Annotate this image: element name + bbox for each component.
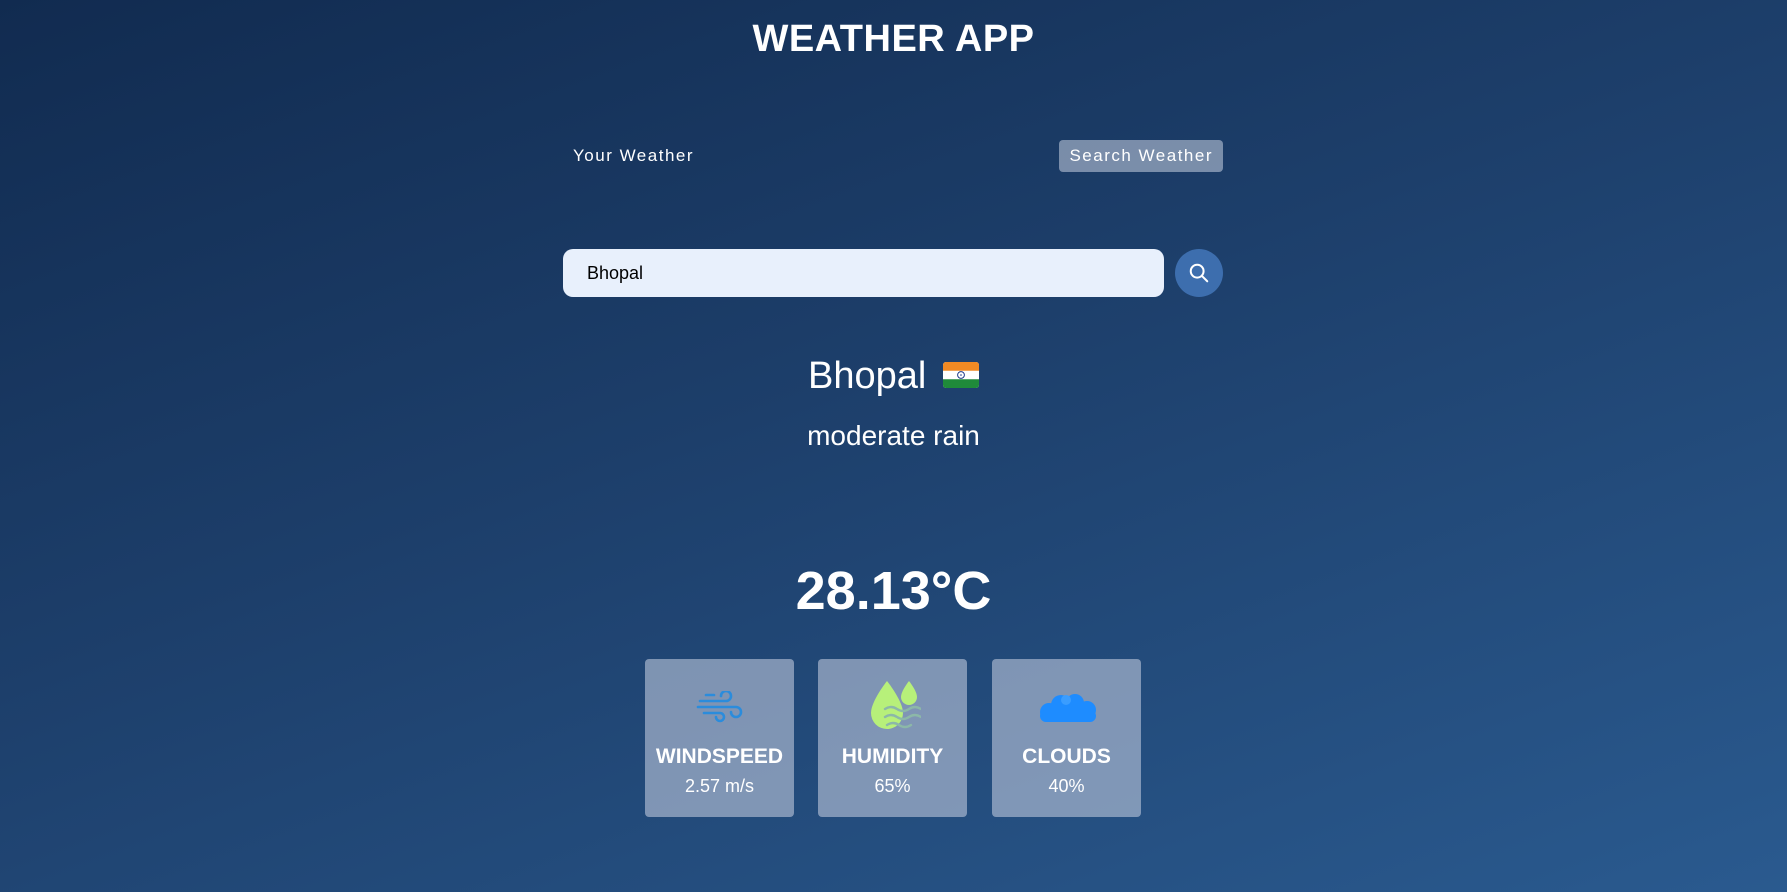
search-form <box>563 249 1223 297</box>
weather-description: moderate rain <box>807 420 980 451</box>
weather-stats: WINDSPEED 2.57 m/s HUMIDITY 65% CLOUDS 4… <box>645 659 1141 817</box>
clouds-label: CLOUDS <box>1022 745 1111 768</box>
windspeed-label: WINDSPEED <box>655 745 784 768</box>
app-title: WEATHER APP <box>752 18 1035 60</box>
wind-icon <box>696 691 742 723</box>
cloud-icon <box>1039 694 1096 722</box>
search-button[interactable] <box>1175 249 1223 297</box>
clouds-value: 40% <box>1048 776 1085 796</box>
humidity-label: HUMIDITY <box>841 745 944 768</box>
humidity-value: 65% <box>874 776 911 796</box>
humidity-icon <box>870 681 921 729</box>
tab-search-weather[interactable]: Search Weather <box>1059 140 1223 172</box>
city-name: Bhopal <box>808 355 927 397</box>
windspeed-card: WINDSPEED 2.57 m/s <box>645 659 794 817</box>
india-flag-icon <box>942 361 979 388</box>
temperature-value: 28.13°C <box>795 561 992 621</box>
humidity-card: HUMIDITY 65% <box>818 659 967 817</box>
tab-bar: Your Weather Search Weather <box>563 140 1223 172</box>
clouds-card: CLOUDS 40% <box>992 659 1141 817</box>
search-icon <box>1189 263 1209 283</box>
tab-your-weather[interactable]: Your Weather <box>563 140 704 172</box>
city-search-input[interactable] <box>563 249 1164 297</box>
windspeed-value: 2.57 m/s <box>684 776 755 796</box>
city-heading: Bhopal <box>0 352 1787 400</box>
